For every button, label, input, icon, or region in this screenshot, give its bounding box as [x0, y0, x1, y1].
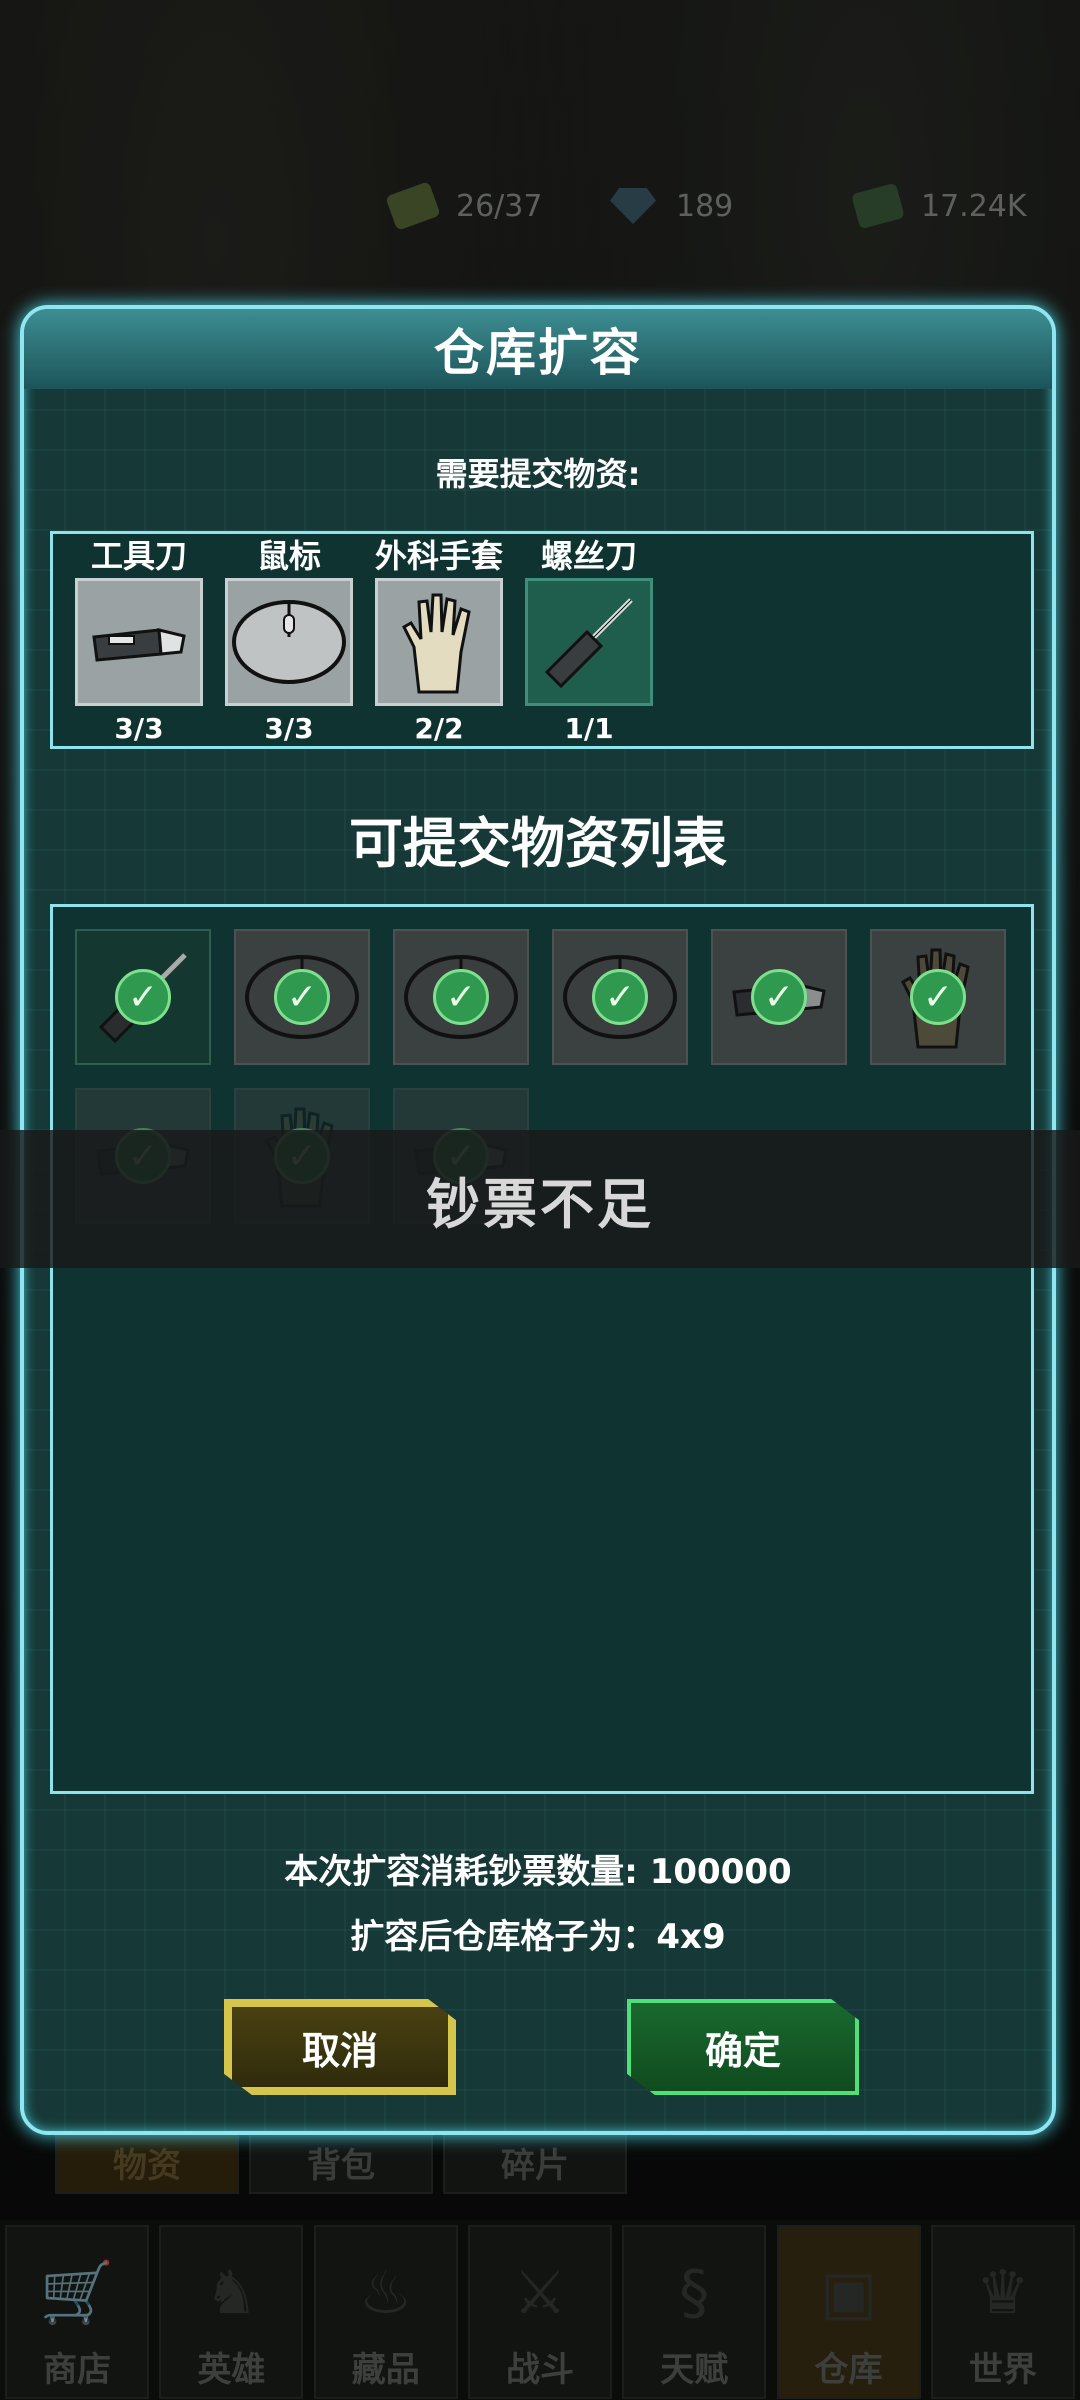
expand-result-text: 扩容后仓库格子为：4x9: [350, 1917, 726, 1957]
required-item: 螺丝刀 1/1: [523, 534, 655, 745]
confirm-button[interactable]: 确定: [627, 1999, 859, 2095]
required-item-name: 鼠标: [256, 537, 321, 575]
check-icon: ✓: [751, 969, 807, 1025]
mouse-slot[interactable]: [225, 578, 353, 706]
required-materials-label: 需要提交物资:: [435, 455, 641, 493]
check-icon: ✓: [115, 969, 171, 1025]
required-items-panel: 工具刀 3/3 鼠标 3/3 外科手套 2/2 螺丝刀 1/1: [50, 531, 1034, 749]
check-icon: ✓: [433, 969, 489, 1025]
check-icon: ✓: [592, 969, 648, 1025]
screwdriver-slot[interactable]: [525, 578, 653, 706]
list-item-mouse[interactable]: ✓: [393, 929, 529, 1065]
cancel-button[interactable]: 取消: [224, 1999, 456, 2095]
required-item-name: 工具刀: [90, 537, 187, 575]
required-item-count: 3/3: [114, 712, 164, 745]
surgical-glove-slot[interactable]: [375, 578, 503, 706]
mouse-icon: [232, 600, 346, 684]
list-item-mouse[interactable]: ✓: [552, 929, 688, 1065]
available-items-grid: ✓ ✓ ✓ ✓ ✓ ✓: [50, 904, 1034, 1794]
required-item-count: 2/2: [414, 712, 464, 745]
list-item-mouse[interactable]: ✓: [234, 929, 370, 1065]
required-item: 工具刀 3/3: [73, 534, 205, 745]
required-item-name: 外科手套: [374, 537, 503, 575]
insufficient-cash-toast: 钞票不足: [0, 1130, 1080, 1268]
check-icon: ✓: [274, 969, 330, 1025]
required-item-name: 螺丝刀: [540, 537, 637, 575]
required-item-count: 3/3: [264, 712, 314, 745]
available-list-title: 可提交物资列表: [349, 812, 727, 875]
list-item-utility-knife[interactable]: ✓: [711, 929, 847, 1065]
list-item-surgical-glove[interactable]: ✓: [870, 929, 1006, 1065]
required-item: 外科手套 2/2: [373, 534, 505, 745]
dialog-title-bar: 仓库扩容: [24, 309, 1052, 389]
utility-knife-icon: [92, 628, 186, 662]
required-item-count: 1/1: [564, 712, 614, 745]
surgical-glove-icon: [402, 593, 471, 694]
list-item-screwdriver[interactable]: ✓: [75, 929, 211, 1065]
expand-cost-text: 本次扩容消耗钞票数量: 100000: [284, 1852, 792, 1892]
dialog-title: 仓库扩容: [434, 324, 642, 382]
utility-knife-slot[interactable]: [75, 578, 203, 706]
required-item: 鼠标 3/3: [223, 534, 355, 745]
screwdriver-icon: [544, 598, 633, 689]
check-icon: ✓: [910, 969, 966, 1025]
